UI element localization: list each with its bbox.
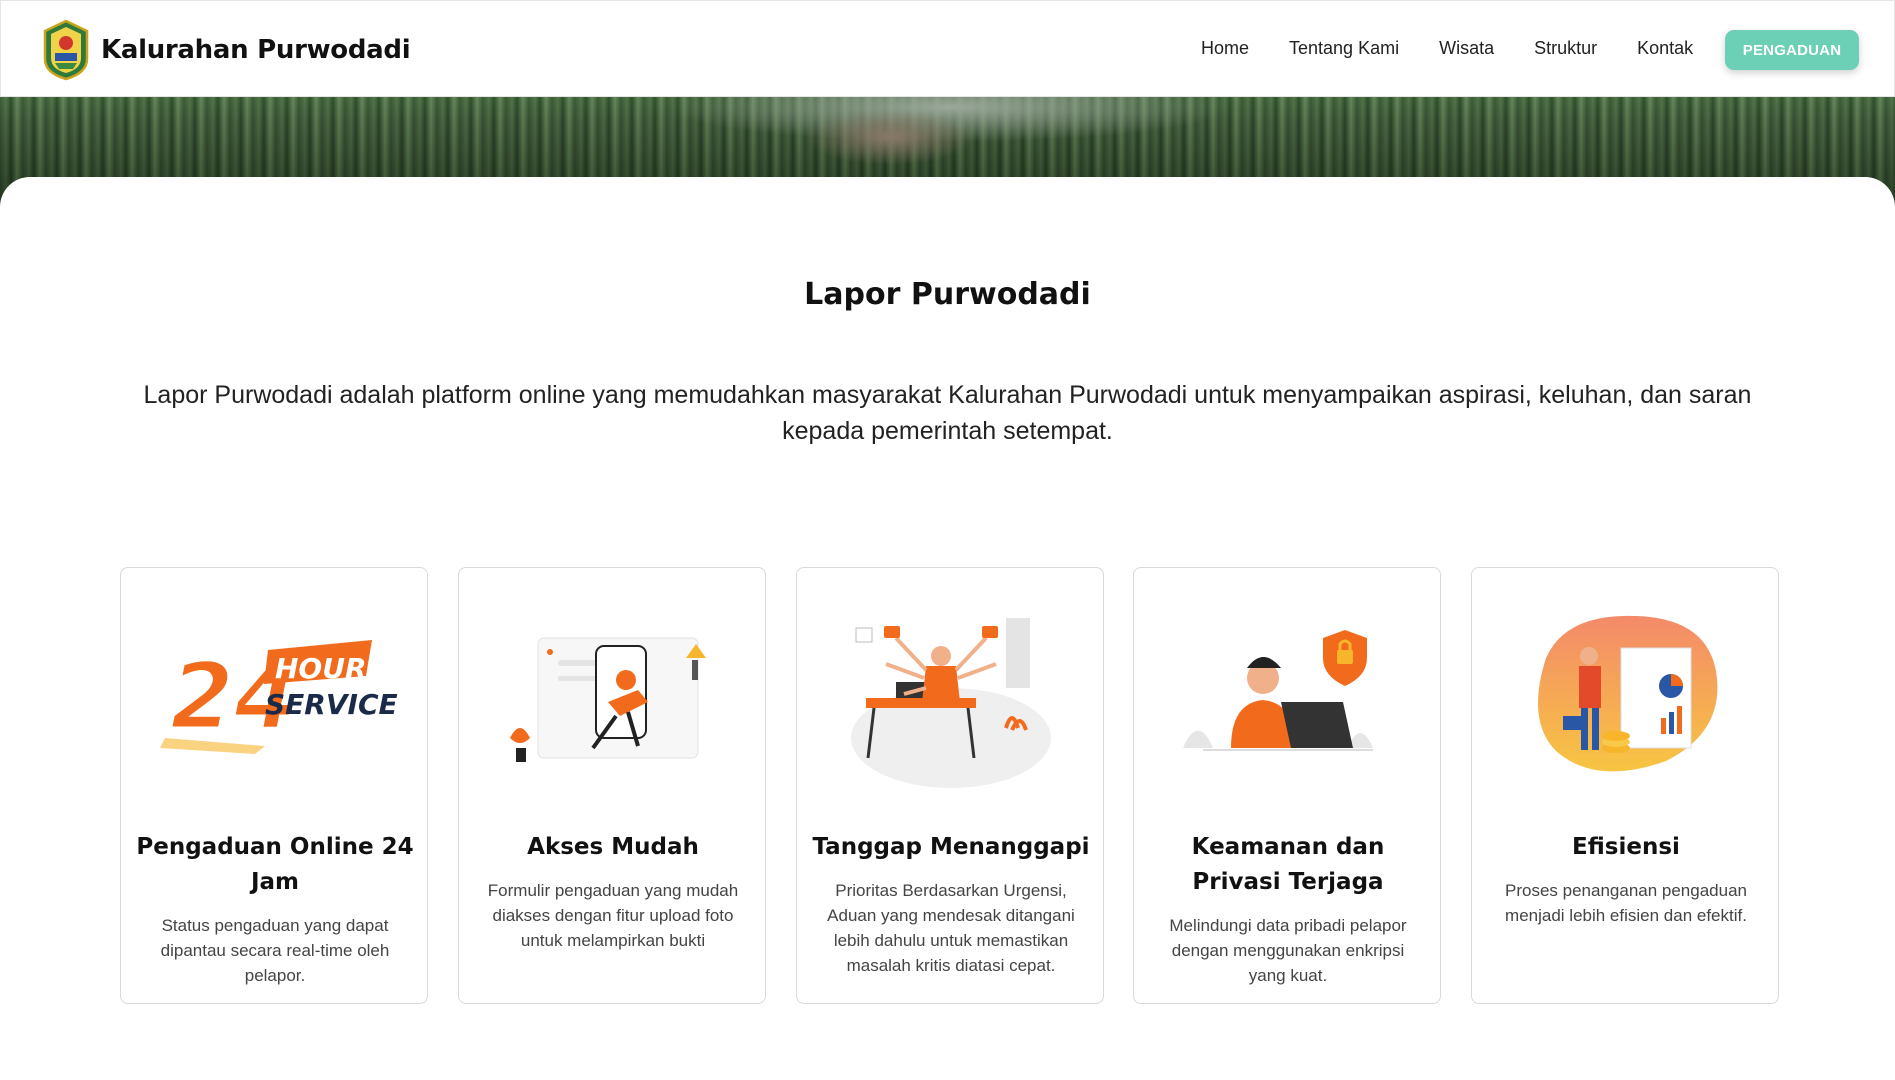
- 24-hour-service-icon: 24 HOUR SERVICE: [160, 640, 398, 754]
- nav-link-tentang-kami[interactable]: Tentang Kami: [1289, 38, 1399, 59]
- feature-card-akses-mudah: Akses Mudah Formulir pengaduan yang muda…: [458, 567, 766, 1004]
- feature-card-tanggap-menanggapi: Tanggap Menanggapi Prioritas Berdasarkan…: [796, 567, 1104, 1004]
- multitasking-responder-illustration: [851, 618, 1051, 788]
- brand[interactable]: Kalurahan Purwodadi: [41, 19, 411, 81]
- page-title: Lapor Purwodadi: [804, 277, 1091, 312]
- main-nav: Home Tentang Kami Wisata Struktur Kontak: [1201, 38, 1733, 59]
- feature-title: Akses Mudah: [527, 834, 699, 860]
- pengaduan-button[interactable]: PENGADUAN: [1725, 30, 1859, 70]
- main-content: Lapor Purwodadi Lapor Purwodadi adalah p…: [0, 177, 1895, 1080]
- nav-link-wisata[interactable]: Wisata: [1439, 38, 1494, 59]
- feature-description: Formulir pengaduan yang mudah diakses de…: [487, 881, 739, 950]
- nav-link-kontak[interactable]: Kontak: [1637, 38, 1693, 59]
- nav-link-struktur[interactable]: Struktur: [1534, 38, 1597, 59]
- feature-card-keamanan: Keamanan dan Privasi Terjaga Melindungi …: [1133, 567, 1441, 1004]
- feature-description: Status pengaduan yang dapat dipantau sec…: [160, 916, 390, 985]
- intro-text: Lapor Purwodadi adalah platform online y…: [143, 381, 1752, 445]
- feature-description: Proses penanganan pengaduan menjadi lebi…: [1505, 881, 1747, 925]
- feature-card-24-jam: 24 HOUR SERVICE Pengaduan Online 24 Jam …: [120, 567, 428, 1004]
- village-emblem-logo: [43, 19, 89, 81]
- feature-description: Prioritas Berdasarkan Urgensi, Aduan yan…: [827, 881, 1075, 975]
- security-shield-illustration: [1183, 630, 1373, 751]
- hour-text: HOUR: [275, 652, 367, 685]
- feature-title: Efisiensi: [1572, 834, 1680, 860]
- efficiency-report-illustration: [1538, 615, 1718, 772]
- feature-description: Melindungi data pribadi pelapor dengan m…: [1169, 916, 1407, 985]
- feature-title: Pengaduan Online 24 Jam: [136, 834, 414, 895]
- service-text: SERVICE: [265, 688, 398, 721]
- feature-title: Keamanan dan Privasi Terjaga: [1191, 834, 1385, 895]
- nav-link-home[interactable]: Home: [1201, 38, 1249, 59]
- navbar: Kalurahan Purwodadi Home Tentang Kami Wi…: [0, 0, 1895, 97]
- brand-name: Kalurahan Purwodadi: [101, 35, 411, 65]
- mobile-access-illustration: [510, 637, 706, 762]
- feature-card-efisiensi: Efisiensi Proses penanganan pengaduan me…: [1471, 567, 1779, 1004]
- feature-title: Tanggap Menanggapi: [812, 834, 1090, 860]
